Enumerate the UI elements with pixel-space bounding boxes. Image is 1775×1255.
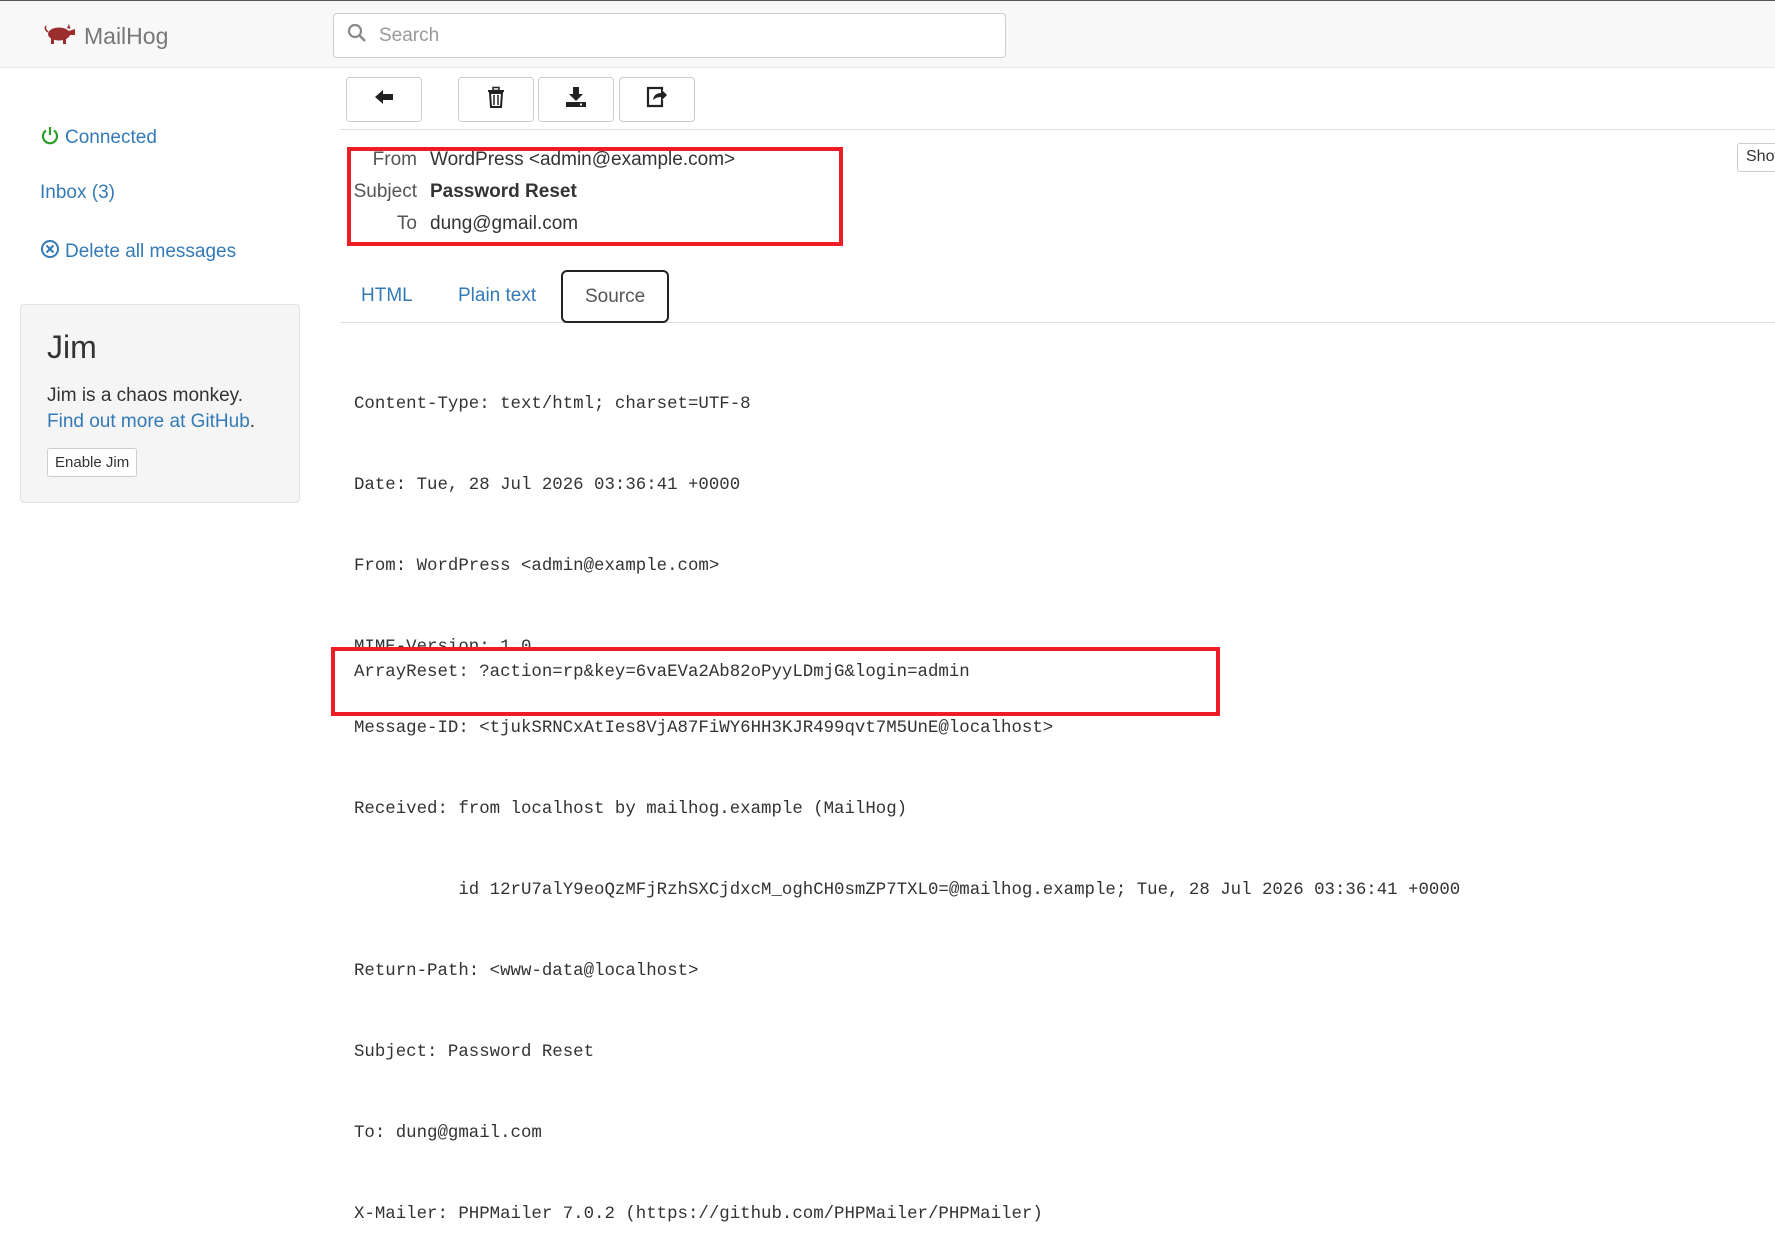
message-body: ArrayReset: ?action=rp&key=6vaEVa2Ab82oP… (354, 663, 970, 682)
header-value: Password Reset (430, 181, 577, 202)
jim-title: Jim (47, 329, 97, 365)
source-line: Received: from localhost by mailhog.exam… (354, 800, 908, 819)
delete-all-messages-link[interactable]: Delete all messages (40, 239, 236, 265)
jim-link-suffix: . (249, 411, 256, 432)
search-box[interactable] (333, 13, 1006, 58)
connected-label: Connected (65, 127, 157, 148)
source-line: X-Mailer: PHPMailer 7.0.2 (https://githu… (354, 1205, 1043, 1224)
source-line: Date: Tue, 28 Jul 2026 03:36:41 +0000 (354, 476, 741, 495)
header-value: dung@gmail.com (430, 213, 579, 234)
source-line: Content-Type: text/html; charset=UTF-8 (354, 395, 751, 414)
tab-source[interactable]: Source (561, 270, 670, 323)
brand[interactable]: MailHog (42, 23, 168, 50)
source-line: Subject: Password Reset (354, 1043, 595, 1062)
pig-logo-icon (42, 23, 76, 50)
release-button[interactable] (619, 77, 695, 122)
header-label: From (372, 149, 417, 170)
search-icon (334, 23, 377, 48)
source-line: Message-ID: <tjukSRNCxAtIes8VjA87FiWY6HH… (354, 719, 1054, 738)
jim-description-block: Jim is a chaos monkey. Find out more at … (47, 383, 255, 435)
source-line: From: WordPress <admin@example.com> (354, 557, 720, 576)
tab-plain-text[interactable]: Plain text (436, 270, 558, 323)
app-name: MailHog (84, 23, 169, 49)
header-label: To (396, 213, 417, 234)
jim-panel: Jim Jim is a chaos monkey. Find out more… (20, 304, 300, 503)
source-line: Return-Path: <www-data@localhost> (354, 962, 699, 981)
sidebar-item-inbox[interactable]: Inbox (3) (40, 182, 115, 204)
header-label: Subject (353, 181, 417, 202)
connected-status[interactable]: Connected (40, 125, 157, 151)
remove-circle-icon (40, 239, 60, 265)
power-icon (40, 125, 60, 151)
jim-description: Jim is a chaos monkey. (47, 385, 244, 406)
delete-all-label: Delete all messages (65, 241, 237, 262)
show-headers-button[interactable]: Show (1737, 143, 1775, 172)
back-button[interactable] (346, 77, 422, 122)
delete-message-button[interactable] (458, 77, 534, 122)
header-value: WordPress <admin@example.com> (430, 149, 736, 170)
arrow-left-icon (373, 86, 395, 113)
trash-icon (485, 86, 507, 113)
jim-github-link[interactable]: Find out more at GitHub (47, 411, 250, 432)
top-navbar: MailHog (0, 0, 1775, 68)
toolbar-divider (340, 129, 1775, 130)
source-line: id 12rU7alY9eoQzMFjRzhSXCjdxcM_oghCH0smZ… (354, 881, 1461, 900)
enable-jim-button[interactable]: Enable Jim (47, 448, 138, 477)
inbox-label: Inbox (3) (40, 182, 115, 203)
message-source: Content-Type: text/html; charset=UTF-8 D… (354, 337, 1460, 1255)
source-line: To: dung@gmail.com (354, 1124, 542, 1143)
download-button[interactable] (538, 77, 614, 122)
download-icon (565, 86, 587, 113)
share-icon (646, 86, 668, 113)
tab-html[interactable]: HTML (339, 270, 435, 323)
search-input[interactable] (377, 23, 981, 48)
